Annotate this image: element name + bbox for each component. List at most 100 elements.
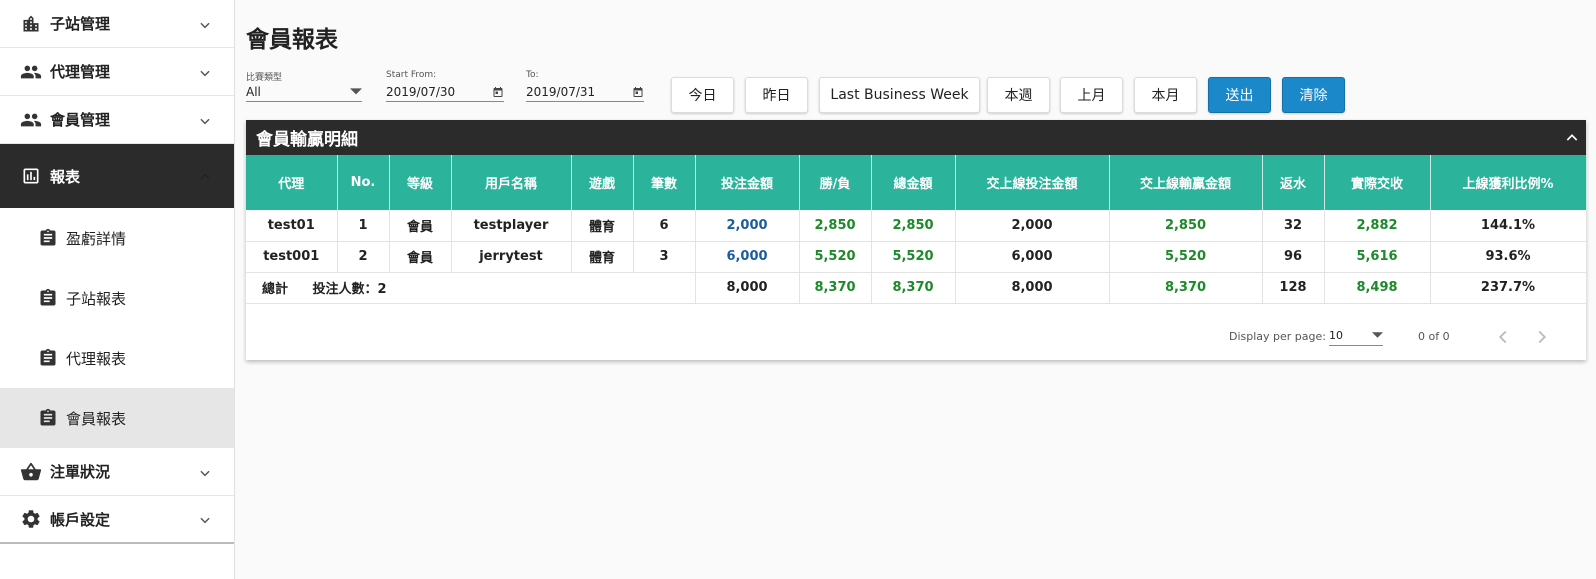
- basket-icon: [20, 461, 42, 483]
- sidebar-item-label: 會員管理: [50, 111, 111, 129]
- chevron-down-icon: [198, 17, 212, 31]
- table-cell: 體育: [571, 241, 634, 273]
- table-cell: 8,498: [1324, 272, 1431, 304]
- sidebar-subitem-label: 會員報表: [66, 409, 127, 428]
- game-type-label: 比賽類型: [246, 73, 283, 83]
- total-label: 總計: [262, 282, 289, 297]
- sidebar-item-label: 報表: [50, 167, 81, 186]
- table-cell: 2,000: [955, 210, 1110, 242]
- column-header[interactable]: 總金額: [871, 155, 956, 210]
- column-header[interactable]: 交上線輸贏金額: [1109, 155, 1263, 210]
- sidebar-item-account-settings[interactable]: 帳戶設定: [0, 496, 234, 544]
- game-type-select[interactable]: 比賽類型 All: [246, 70, 362, 102]
- column-header[interactable]: 返水: [1262, 155, 1325, 210]
- clipboard-icon: [38, 227, 58, 249]
- column-header[interactable]: 用戶名稱: [451, 155, 572, 210]
- start-date-field[interactable]: Start From: 2019/07/30: [386, 70, 504, 102]
- table-cell: 會員: [389, 210, 452, 242]
- panel-title: 會員輸贏明細: [256, 130, 358, 150]
- page-title: 會員報表: [246, 27, 338, 53]
- sidebar-item-label: 注單狀況: [50, 463, 111, 481]
- last-business-week-button[interactable]: Last Business Week: [819, 77, 980, 113]
- people-icon: [20, 109, 42, 131]
- page-count: 0 of 0: [1418, 330, 1450, 343]
- table-cell: 2,882: [1324, 210, 1431, 242]
- main-content: 會員報表 比賽類型 All Start From: 2019/07/30 To:…: [236, 0, 1596, 579]
- chevron-up-icon: [198, 169, 212, 183]
- column-header[interactable]: 等級: [389, 155, 452, 210]
- yesterday-button[interactable]: 昨日: [745, 77, 808, 113]
- table-cell: 6: [633, 210, 696, 242]
- table-cell: 2,850: [799, 210, 872, 242]
- table-cell: 5,520: [1109, 241, 1263, 273]
- column-header[interactable]: 交上線投注金額: [955, 155, 1110, 210]
- sidebar-item-substation[interactable]: 子站管理: [0, 0, 234, 48]
- table-cell: 5,616: [1324, 241, 1431, 273]
- column-header[interactable]: No.: [337, 155, 390, 210]
- table-cell: 8,370: [871, 272, 956, 304]
- member-report-table: 代理 No. 等級 用戶名稱 遊戲 筆數 投注金額 勝/負 總金額 交上線投注金…: [246, 155, 1587, 304]
- sidebar-subitem-agent-report[interactable]: 代理報表: [0, 328, 234, 388]
- clipboard-icon: [38, 407, 58, 429]
- sidebar-subitem-substation-report[interactable]: 子站報表: [0, 268, 234, 328]
- calendar-icon[interactable]: [632, 86, 644, 98]
- start-date-label: Start From:: [386, 70, 437, 80]
- chevron-down-icon: [198, 65, 212, 79]
- submit-button[interactable]: 送出: [1208, 77, 1271, 113]
- sidebar-subitem-member-report[interactable]: 會員報表: [0, 388, 234, 448]
- table-cell: 144.1%: [1430, 210, 1587, 242]
- this-month-button[interactable]: 本月: [1134, 77, 1197, 113]
- chevron-down-icon: [198, 512, 212, 526]
- column-header[interactable]: 筆數: [633, 155, 696, 210]
- table-cell: 體育: [571, 210, 634, 242]
- column-header[interactable]: 上線獲利比例%: [1430, 155, 1587, 210]
- table-cell: 6,000: [695, 241, 800, 273]
- column-header[interactable]: 投注金額: [695, 155, 800, 210]
- chart-icon: [20, 165, 42, 187]
- calendar-icon[interactable]: [492, 86, 504, 98]
- table-cell: 237.7%: [1430, 272, 1587, 304]
- table-cell: jerrytest: [451, 241, 572, 273]
- column-header[interactable]: 代理: [246, 155, 338, 210]
- table-cell: testplayer: [451, 210, 572, 242]
- table-cell: 會員: [389, 241, 452, 273]
- this-week-button[interactable]: 本週: [987, 77, 1050, 113]
- table-cell: 5,520: [871, 241, 956, 273]
- table-cell: 8,000: [695, 272, 800, 304]
- table-cell: 96: [1262, 241, 1325, 273]
- end-date-field[interactable]: To: 2019/07/31: [526, 70, 644, 102]
- chevron-left-icon[interactable]: [1492, 326, 1514, 348]
- chevron-right-icon[interactable]: [1531, 326, 1553, 348]
- table-cell: 2: [337, 241, 390, 273]
- table-cell: 128: [1262, 272, 1325, 304]
- game-type-value: All: [246, 84, 261, 99]
- sidebar-subitem-profit-detail[interactable]: 盈虧詳情: [0, 208, 234, 268]
- panel-header: 會員輸贏明細: [246, 120, 1586, 155]
- table-cell: test001: [246, 241, 338, 273]
- table-cell: 3: [633, 241, 696, 273]
- table-cell: 32: [1262, 210, 1325, 242]
- clear-button[interactable]: 清除: [1282, 77, 1345, 113]
- table-row: test01 1 會員 testplayer 體育 6 2,000 2,850 …: [246, 210, 1587, 242]
- last-month-button[interactable]: 上月: [1060, 77, 1123, 113]
- table-cell: 1: [337, 210, 390, 242]
- today-button[interactable]: 今日: [671, 77, 734, 113]
- sidebar-item-agent[interactable]: 代理管理: [0, 48, 234, 96]
- sidebar-item-label: 帳戶設定: [50, 510, 111, 529]
- member-profit-panel: 會員輸贏明細 代理 No. 等級 用戶名稱 遊戲 筆數 投注金額 勝/負 總金額…: [246, 120, 1587, 360]
- column-header[interactable]: 遊戲: [571, 155, 634, 210]
- sidebar-item-member[interactable]: 會員管理: [0, 96, 234, 144]
- table-cell: test01: [246, 210, 338, 242]
- table-cell: 8,000: [955, 272, 1110, 304]
- table-header-row: 代理 No. 等級 用戶名稱 遊戲 筆數 投注金額 勝/負 總金額 交上線投注金…: [246, 155, 1587, 210]
- per-page-select[interactable]: 10: [1329, 326, 1383, 346]
- column-header[interactable]: 勝/負: [799, 155, 872, 210]
- sidebar-item-label: 代理管理: [50, 63, 111, 81]
- sidebar-item-reports[interactable]: 報表: [0, 144, 234, 208]
- dropdown-arrow-icon: [350, 85, 362, 99]
- column-header[interactable]: 實際交收: [1324, 155, 1431, 210]
- sidebar-item-label: 子站管理: [50, 15, 111, 33]
- clipboard-icon: [38, 347, 58, 369]
- sidebar-item-bet-status[interactable]: 注單狀況: [0, 448, 234, 496]
- chevron-up-icon[interactable]: [1564, 130, 1580, 146]
